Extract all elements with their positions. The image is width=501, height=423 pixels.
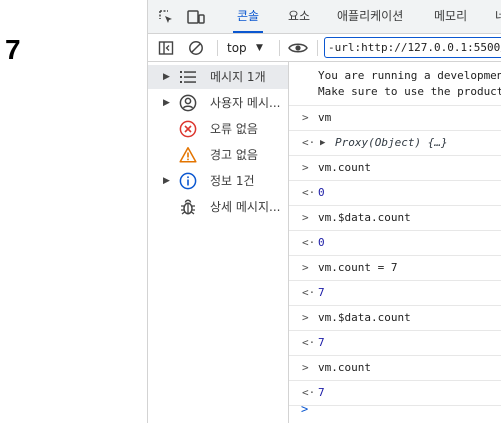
console-result-value: 7 — [318, 336, 325, 349]
clear-console-icon[interactable] — [187, 39, 205, 57]
input-chevron-icon: > — [302, 161, 309, 174]
console-input-row: > vm — [289, 106, 501, 131]
result-arrow-icon: <· — [302, 186, 316, 199]
console-result-object[interactable]: Proxy(Object) {…} — [335, 131, 448, 155]
sidebar-item-label: 오류 없음 — [210, 122, 258, 136]
console-result-value: 0 — [318, 236, 325, 249]
filter-input[interactable]: -url:http://127.0.0.1:5500/favicon.ico — [324, 37, 501, 58]
console-output: You are running a development build of V… — [289, 62, 501, 423]
sidebar-item-errors[interactable]: 오류 없음 — [148, 117, 288, 141]
input-chevron-icon: > — [302, 211, 309, 224]
toolbar-divider — [279, 40, 280, 56]
live-expression-icon[interactable] — [287, 39, 309, 57]
device-toolbar-icon[interactable] — [187, 8, 205, 26]
console-result-row: <· ▶ Proxy(Object) {…} — [289, 131, 501, 156]
sidebar-item-info[interactable]: ▶ 정보 1건 — [148, 169, 288, 193]
console-message-line: Make sure to use the production build wh… — [318, 85, 501, 98]
toolbar-divider — [217, 40, 218, 56]
console-result-row: <· 7 — [289, 281, 501, 306]
tab-memory[interactable]: 메모리 — [434, 0, 467, 33]
page-viewport: 7 — [0, 0, 147, 423]
input-chevron-icon: > — [302, 311, 309, 324]
tab-console[interactable]: 콘솔 — [232, 0, 264, 33]
console-prompt[interactable]: > — [289, 400, 501, 420]
console-result-row: <· 0 — [289, 231, 501, 256]
sidebar-item-label: 메시지 1개 — [210, 70, 266, 84]
sidebar-item-messages[interactable]: ▶ 메시지 1개 — [148, 65, 288, 89]
counter-value: 7 — [5, 34, 21, 65]
console-input-text: vm.count — [318, 361, 371, 374]
console-message: You are running a development build of V… — [289, 62, 501, 106]
console-input-row: > vm.count — [289, 156, 501, 181]
error-icon — [179, 120, 197, 138]
input-chevron-icon: > — [302, 261, 309, 274]
result-arrow-icon: <· — [302, 136, 316, 149]
list-icon — [179, 68, 197, 86]
input-chevron-icon: > — [302, 111, 309, 124]
toolbar-divider — [317, 40, 318, 56]
console-input-text: vm — [318, 111, 332, 124]
input-chevron-icon: > — [302, 361, 309, 374]
console-message-line: You are running a development build of V… — [318, 69, 501, 82]
console-toolbar: top ▼ -url:http://127.0.0.1:5500/favicon… — [148, 34, 501, 62]
console-input-row: > vm.count = 7 — [289, 256, 501, 281]
sidebar-item-warnings[interactable]: 경고 없음 — [148, 143, 288, 167]
user-icon — [179, 94, 197, 112]
tab-elements[interactable]: 요소 — [288, 0, 310, 33]
devtools-tab-bar: 콘솔 요소 애플리케이션 메모리 네 — [148, 0, 501, 34]
console-result-row: <· 7 — [289, 331, 501, 356]
inspect-element-icon[interactable] — [157, 8, 175, 26]
console-input-row: > vm.count — [289, 356, 501, 381]
info-icon — [179, 172, 197, 190]
console-input-row: > vm.$data.count — [289, 206, 501, 231]
devtools-panel: 콘솔 요소 애플리케이션 메모리 네 top ▼ -url:http://127… — [147, 0, 501, 423]
warning-icon — [179, 146, 197, 164]
console-sidebar: ▶ 메시지 1개 ▶ 사용자 메시... 오류 없음 경고 없음 ▶ 정보 1건… — [148, 62, 289, 423]
expand-arrow-icon[interactable]: ▶ — [163, 70, 170, 84]
sidebar-toggle-icon[interactable] — [157, 39, 175, 57]
console-input-text: vm.count = 7 — [318, 261, 398, 274]
sidebar-item-verbose[interactable]: 상세 메시지... — [148, 195, 288, 219]
result-arrow-icon: <· — [302, 236, 316, 249]
console-input-text: vm.$data.count — [318, 311, 411, 324]
context-selector[interactable]: top — [227, 39, 247, 57]
console-input-text: vm.$data.count — [318, 211, 411, 224]
sidebar-item-label: 사용자 메시... — [210, 96, 281, 110]
expand-arrow-icon[interactable]: ▶ — [163, 174, 170, 188]
expand-arrow-icon[interactable]: ▶ — [163, 96, 170, 110]
console-input-row: > vm.$data.count — [289, 306, 501, 331]
bug-icon — [179, 198, 197, 216]
sidebar-item-label: 상세 메시지... — [210, 200, 281, 214]
result-arrow-icon: <· — [302, 336, 316, 349]
sidebar-item-label: 정보 1건 — [210, 174, 255, 188]
console-input-text: vm.count — [318, 161, 371, 174]
expand-arrow-icon[interactable]: ▶ — [320, 131, 325, 155]
console-result-value: 0 — [318, 186, 325, 199]
tab-application[interactable]: 애플리케이션 — [337, 0, 403, 33]
prompt-chevron-icon: > — [301, 402, 309, 416]
console-result-value: 7 — [318, 286, 325, 299]
chevron-down-icon[interactable]: ▼ — [256, 39, 263, 57]
result-arrow-icon: <· — [302, 286, 316, 299]
sidebar-item-user-messages[interactable]: ▶ 사용자 메시... — [148, 91, 288, 115]
console-result-row: <· 0 — [289, 181, 501, 206]
sidebar-item-label: 경고 없음 — [210, 148, 258, 162]
tab-network[interactable]: 네 — [495, 0, 501, 33]
